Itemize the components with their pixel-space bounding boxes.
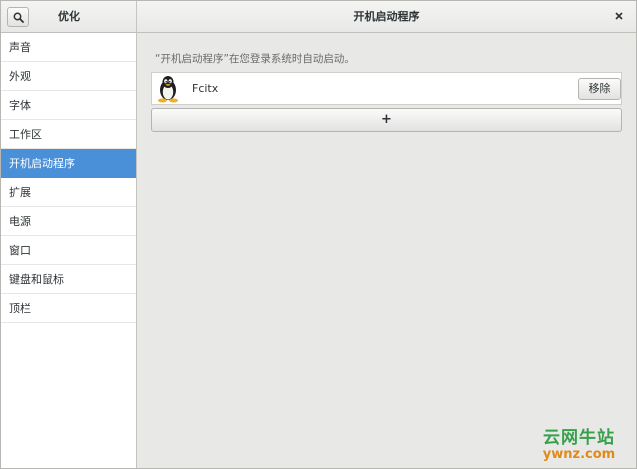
sidebar-item-windows[interactable]: 窗口 bbox=[1, 236, 136, 265]
remove-button[interactable]: 移除 bbox=[578, 78, 621, 100]
site-watermark: 云网牛站 ywnz.com bbox=[534, 429, 624, 462]
main-content: “开机启动程序”在您登录系统时自动启动。 Fcitx 移除 + bbox=[137, 33, 636, 468]
sidebar: 声音 外观 字体 工作区 开机启动程序 扩展 电源 窗口 键盘和鼠标 顶栏 bbox=[1, 33, 137, 468]
header-bar: 优化 开机启动程序 bbox=[1, 1, 636, 33]
add-startup-app-button[interactable]: + bbox=[151, 108, 622, 132]
startup-app-name: Fcitx bbox=[192, 82, 219, 95]
sidebar-item-extensions[interactable]: 扩展 bbox=[1, 178, 136, 207]
sidebar-item-label: 字体 bbox=[9, 99, 31, 112]
sidebar-item-label: 顶栏 bbox=[9, 302, 31, 315]
sidebar-item-startup-applications[interactable]: 开机启动程序 bbox=[1, 149, 136, 178]
sidebar-item-label: 声音 bbox=[9, 41, 31, 54]
header-left-pane: 优化 bbox=[1, 1, 137, 32]
sidebar-item-keyboard-mouse[interactable]: 键盘和鼠标 bbox=[1, 265, 136, 294]
sidebar-item-appearance[interactable]: 外观 bbox=[1, 62, 136, 91]
tux-penguin-icon bbox=[158, 76, 178, 103]
watermark-cn: 云网牛站 bbox=[543, 428, 615, 448]
sidebar-item-fonts[interactable]: 字体 bbox=[1, 91, 136, 120]
sidebar-item-label: 键盘和鼠标 bbox=[9, 273, 64, 286]
search-button[interactable] bbox=[7, 7, 29, 27]
sidebar-item-label: 工作区 bbox=[9, 128, 42, 141]
tweaks-window: 优化 开机启动程序 声音 外观 字体 工作区 开机启动程序 扩展 电源 窗口 键… bbox=[0, 0, 637, 469]
sidebar-item-label: 外观 bbox=[9, 70, 31, 83]
close-button[interactable] bbox=[612, 9, 626, 23]
startup-app-row: Fcitx 移除 bbox=[151, 72, 622, 105]
sidebar-item-label: 电源 bbox=[9, 215, 31, 228]
sidebar-item-label: 窗口 bbox=[9, 244, 31, 257]
search-icon bbox=[13, 12, 24, 23]
sidebar-item-power[interactable]: 电源 bbox=[1, 207, 136, 236]
app-title: 优化 bbox=[58, 10, 80, 23]
page-title: 开机启动程序 bbox=[353, 10, 420, 23]
startup-hint: “开机启动程序”在您登录系统时自动启动。 bbox=[155, 53, 355, 65]
watermark-en: ywnz.com bbox=[542, 446, 616, 462]
sidebar-item-workspaces[interactable]: 工作区 bbox=[1, 120, 136, 149]
sidebar-item-top-bar[interactable]: 顶栏 bbox=[1, 294, 136, 323]
sidebar-item-label: 扩展 bbox=[9, 186, 31, 199]
sidebar-item-label: 开机启动程序 bbox=[9, 157, 75, 170]
close-icon bbox=[615, 12, 623, 20]
sidebar-item-sound[interactable]: 声音 bbox=[1, 33, 136, 62]
